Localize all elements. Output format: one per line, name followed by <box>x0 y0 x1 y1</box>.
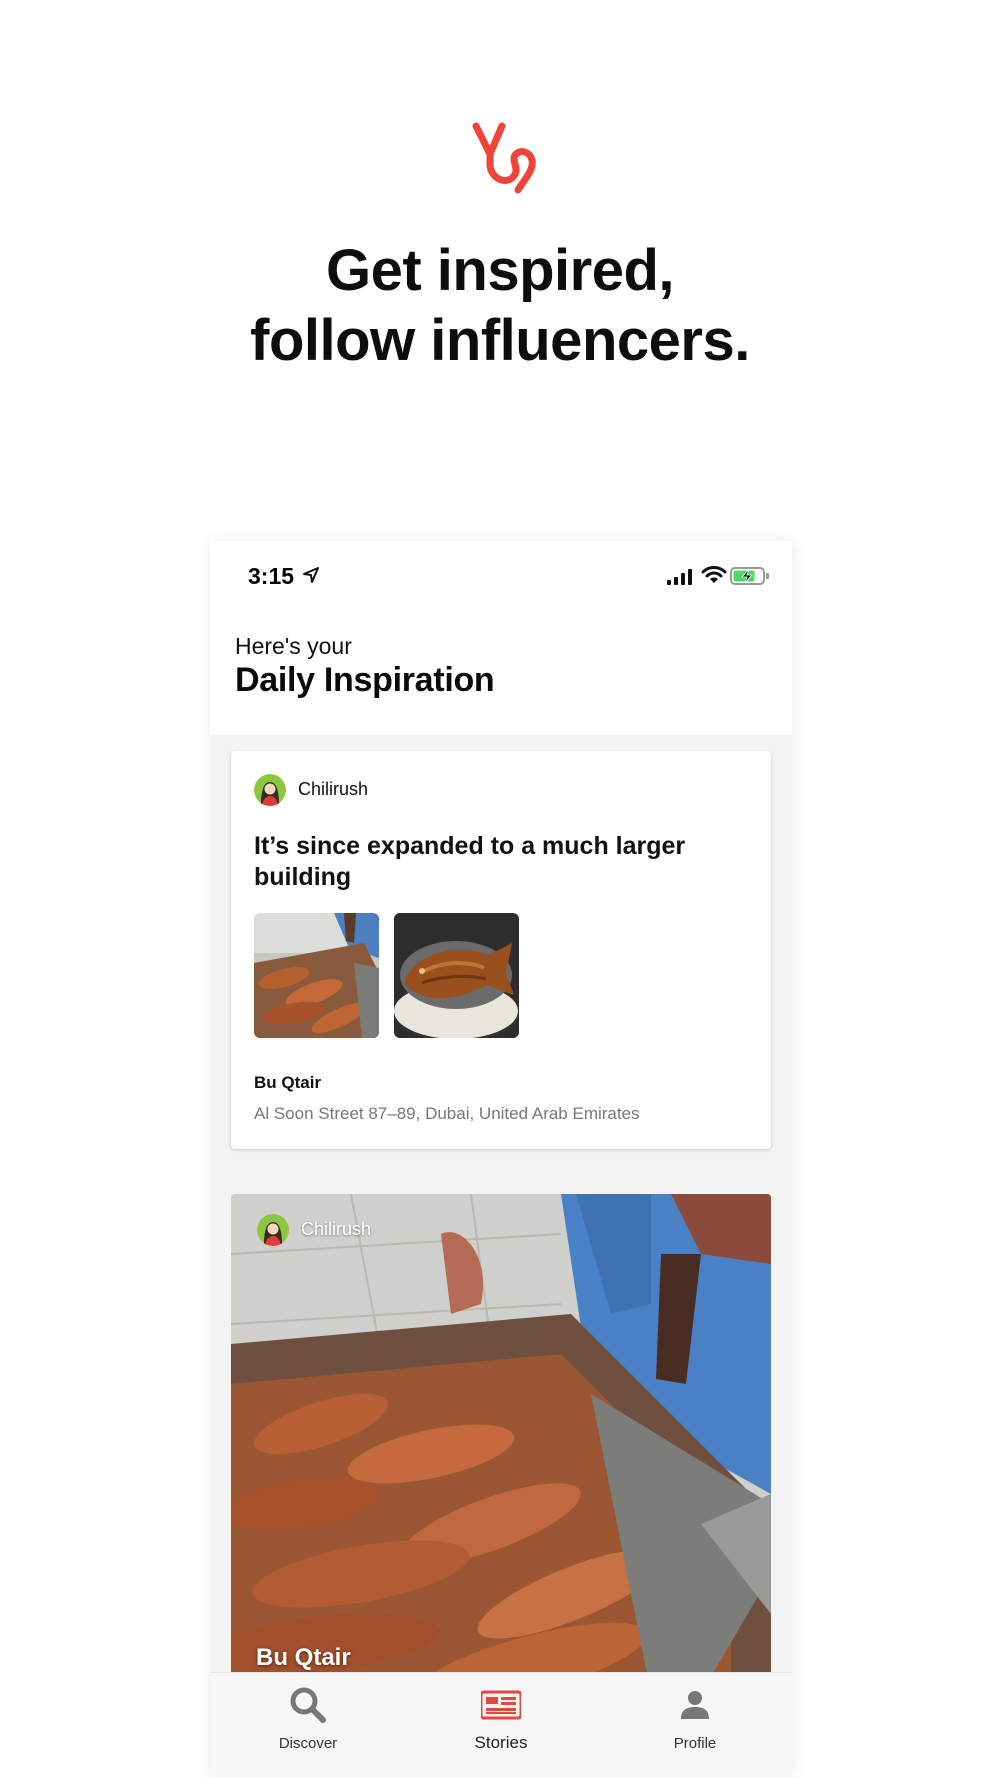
place-name[interactable]: Bu Qtair <box>256 1644 351 1672</box>
story-photo[interactable] <box>254 913 379 1038</box>
place-name[interactable]: Bu Qtair <box>254 1073 321 1093</box>
story-cover-photo <box>231 1194 771 1694</box>
promo-headline-line2: follow influencers. <box>250 308 750 373</box>
phone-screen: 3:15 Here's your Daily Inspiration Chili… <box>210 541 792 1778</box>
tab-stories[interactable]: Stories <box>431 1673 571 1778</box>
page-title: Daily Inspiration <box>235 661 495 699</box>
wifi-icon <box>701 566 727 583</box>
story-card[interactable]: Chilirush It’s since expanded to a much … <box>231 751 771 1149</box>
author-name[interactable]: Chilirush <box>298 779 368 800</box>
tab-label: Profile <box>673 1735 717 1752</box>
promo-headline-line1: Get inspired, <box>325 238 675 303</box>
place-address: Al Soon Street 87–89, Dubai, United Arab… <box>254 1104 640 1123</box>
newspaper-icon <box>481 1690 521 1720</box>
location-arrow-icon <box>303 567 319 583</box>
story-photo[interactable] <box>394 913 519 1038</box>
brand-logo-icon <box>472 122 536 194</box>
screen-header: 3:15 Here's your Daily Inspiration <box>210 541 792 735</box>
tab-label: Stories <box>474 1733 528 1752</box>
battery-charging-icon <box>730 567 769 585</box>
signal-icon <box>667 569 692 585</box>
tab-bar: Discover Stories Profile <box>210 1672 792 1778</box>
status-time: 3:15 <box>248 563 295 589</box>
search-icon <box>290 1687 326 1723</box>
author-name[interactable]: Chilirush <box>301 1219 371 1240</box>
tab-label: Discover <box>278 1735 338 1752</box>
avatar[interactable] <box>254 774 286 806</box>
avatar[interactable] <box>257 1214 289 1246</box>
story-title: It’s since expanded to a much larger bui… <box>254 832 686 891</box>
person-icon <box>681 1691 709 1719</box>
story-card-photo[interactable]: Chilirush Bu Qtair <box>231 1194 771 1694</box>
promo-headline: Get inspired, follow influencers. <box>0 236 1000 376</box>
tab-profile[interactable]: Profile <box>625 1673 765 1778</box>
tab-discover[interactable]: Discover <box>238 1673 378 1778</box>
header-subtitle: Here's your <box>235 633 352 659</box>
